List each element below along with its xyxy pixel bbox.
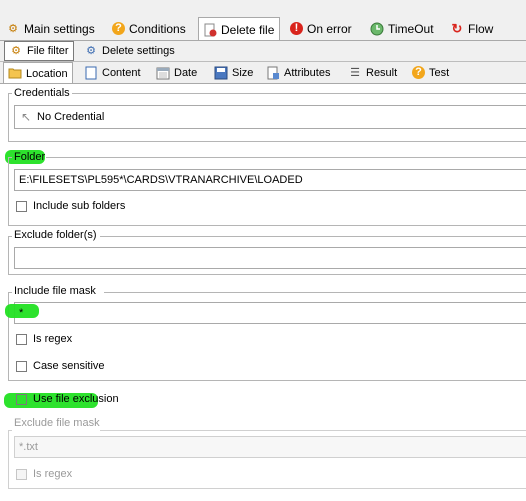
- question-icon: ?: [112, 22, 125, 35]
- delete-file-icon: [203, 23, 217, 37]
- tab-divider: [0, 40, 526, 41]
- tab-label: Location: [26, 67, 68, 80]
- tab-timeout[interactable]: TimeOut: [366, 17, 438, 40]
- tab-label: Date: [174, 66, 198, 79]
- exclude-is-regex-checkbox[interactable]: [16, 469, 27, 480]
- main-tab-bar: ⚙ Main settings ? Conditions Delete file…: [0, 17, 526, 41]
- case-sensitive-label: Case sensitive: [33, 360, 105, 372]
- tab-label: Attributes: [284, 66, 331, 79]
- include-mask-value: *: [19, 307, 24, 319]
- tab-label: Test: [429, 66, 450, 79]
- tab-on-error[interactable]: ! On error: [286, 17, 360, 40]
- tab-label: Delete file: [221, 22, 275, 37]
- gear-icon: ⚙: [8, 22, 18, 35]
- is-regex-checkbox[interactable]: [16, 334, 27, 345]
- exclude-mask-input[interactable]: *.txt: [14, 436, 526, 458]
- attributes-icon: [266, 66, 280, 80]
- tab-label: TimeOut: [388, 21, 434, 36]
- use-file-exclusion-checkbox[interactable]: [16, 394, 27, 405]
- exclude-folders-input[interactable]: [14, 247, 526, 269]
- tab-location[interactable]: Location: [3, 62, 73, 84]
- tab-label: Main settings: [24, 21, 95, 36]
- question-icon: ?: [412, 66, 425, 79]
- tab-content[interactable]: Content: [80, 62, 146, 83]
- folder-label: Folder: [14, 151, 46, 163]
- use-file-exclusion-label: Use file exclusion: [33, 393, 119, 405]
- tab-label: Content: [102, 66, 141, 79]
- flow-icon: ↻: [451, 20, 463, 36]
- include-sub-folders-label: Include sub folders: [33, 200, 126, 212]
- tab-label: Size: [232, 66, 254, 79]
- calendar-icon: [156, 66, 170, 80]
- credential-value: No Credential: [37, 111, 105, 123]
- tab-label: Conditions: [129, 21, 186, 36]
- exclude-mask-label: Exclude file mask: [12, 417, 102, 429]
- exclude-is-regex-label: Is regex: [33, 468, 73, 480]
- tab-conditions[interactable]: ? Conditions: [108, 17, 192, 40]
- timeout-icon: [370, 22, 384, 36]
- tab-attributes[interactable]: Attributes: [262, 62, 338, 83]
- file-filter-icon: ⚙: [11, 45, 21, 57]
- include-mask-input[interactable]: *: [14, 302, 526, 324]
- tab-result[interactable]: ☰ Result: [344, 62, 402, 83]
- folder-icon: [8, 67, 22, 81]
- include-mask-label: Include file mask: [12, 285, 98, 297]
- case-sensitive-checkbox[interactable]: [16, 361, 27, 372]
- is-regex-label: Is regex: [33, 333, 73, 345]
- tab-date[interactable]: Date: [152, 62, 204, 83]
- tab-label: Result: [366, 66, 398, 79]
- credentials-label: Credentials: [12, 87, 72, 99]
- tab-size[interactable]: Size: [210, 62, 258, 83]
- tab-label: File filter: [27, 45, 69, 57]
- tab-delete-file[interactable]: Delete file: [198, 17, 280, 41]
- tab-file-filter[interactable]: ⚙ File filter: [4, 41, 74, 61]
- cursor-icon: ↖: [20, 110, 32, 124]
- list-icon: ☰: [350, 66, 360, 79]
- tab-test[interactable]: ? Test: [408, 62, 458, 83]
- tab-label: On error: [307, 21, 352, 36]
- gear-icon: ⚙: [86, 45, 96, 57]
- error-icon: !: [290, 22, 303, 35]
- tab-flow[interactable]: ↻ Flow: [446, 17, 506, 40]
- tab-label: Flow: [468, 21, 494, 36]
- disk-icon: [214, 66, 228, 80]
- folder-group: [8, 157, 526, 226]
- exclude-folders-label: Exclude folder(s): [12, 229, 99, 241]
- tab-main-settings[interactable]: ⚙ Main settings: [2, 17, 100, 40]
- document-icon: [84, 66, 98, 80]
- exclude-mask-placeholder: *.txt: [19, 441, 38, 453]
- credential-selector[interactable]: ↖ No Credential: [14, 105, 526, 129]
- tab-delete-settings[interactable]: ⚙ Delete settings: [80, 41, 180, 61]
- tab-label: Delete settings: [102, 45, 175, 57]
- folder-path-input[interactable]: E:\FILESETS\PL595*\CARDS\VTRANARCHIVE\LO…: [14, 169, 526, 191]
- include-sub-folders-checkbox[interactable]: [16, 201, 27, 212]
- folder-path-value: E:\FILESETS\PL595*\CARDS\VTRANARCHIVE\LO…: [19, 174, 303, 186]
